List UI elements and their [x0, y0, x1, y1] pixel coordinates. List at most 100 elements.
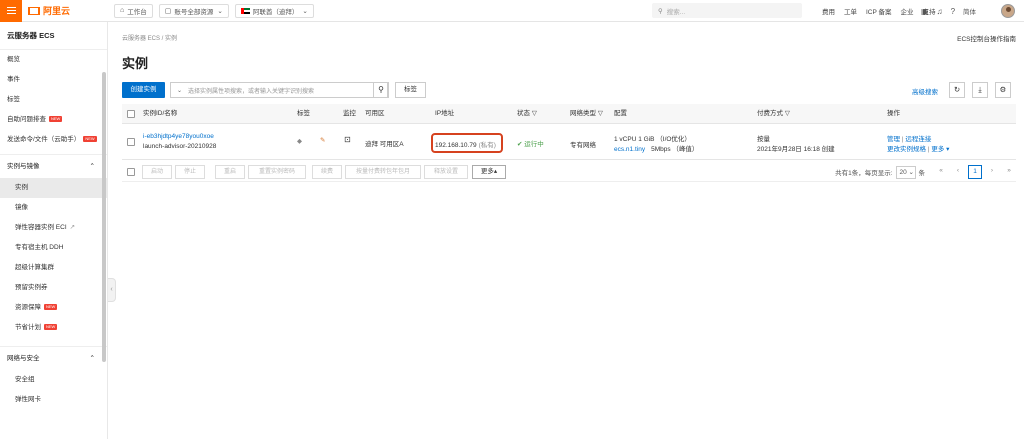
top-link-tickets[interactable]: 工单 [844, 6, 857, 16]
row-checkbox[interactable] [127, 138, 135, 146]
sidebar-item-eci[interactable]: 弹性容器实例 ECI ↗ [0, 218, 107, 238]
sidebar-item-supercomputing[interactable]: 超级计算集群 [0, 258, 107, 278]
instance-type-link[interactable]: ecs.n1.tiny [614, 146, 645, 153]
instance-table: 实例ID/名称 标签 监控 可用区 IP地址 状态 ▽ 网络类型 ▽ 配置 付费… [122, 104, 1016, 182]
col-pay-label: 付费方式 [757, 110, 783, 117]
sidebar-item-savings-plan[interactable]: 节省计划 NEW [0, 318, 107, 338]
breadcrumb[interactable]: 云服务器 ECS / 实例 [122, 33, 177, 42]
gear-icon: ⚙ [999, 85, 1007, 94]
export-button[interactable]: ⤓ [972, 82, 988, 98]
account-scope-dropdown[interactable]: ▢ 账号全部资源 ⌄ [158, 3, 229, 18]
advanced-search-link[interactable]: 高级搜索 [912, 86, 938, 96]
config-line2: ecs.n1.tiny 5Mbps （峰值） [614, 143, 698, 153]
last-page-button[interactable]: » [1002, 165, 1016, 179]
image-icon[interactable]: ▣ [921, 7, 929, 16]
new-badge: NEW [49, 116, 63, 123]
sidebar-item-instances[interactable]: 实例 [0, 178, 107, 198]
top-link-icp[interactable]: ICP 备案 [866, 6, 892, 16]
workbench-button[interactable]: ⌂ 工作台 [114, 3, 153, 18]
sidebar-item-label: 安全组 [15, 376, 35, 383]
help-icon[interactable]: ? [951, 7, 955, 16]
start-button[interactable]: 启动 [142, 165, 172, 179]
col-network[interactable]: 网络类型 ▽ [570, 104, 603, 124]
col-config: 配置 [614, 110, 627, 117]
create-instance-button[interactable]: 创建实例 [122, 82, 165, 98]
filter-placeholder: 选择实例属性项搜索，或者输入关键字识别搜索 [188, 88, 315, 95]
search-placeholder: 搜索... [666, 8, 686, 16]
logo-text: 阿里云 [43, 6, 71, 16]
release-settings-button[interactable]: 释放设置 [424, 165, 468, 179]
top-link-billing[interactable]: 费用 [822, 6, 835, 16]
filter-icon: ▽ [597, 110, 603, 117]
sidebar-item-tags[interactable]: 标签 [0, 90, 107, 110]
reset-password-button[interactable]: 重置实例密码 [248, 165, 306, 179]
ops-line1: 管理 | 远程连接 [887, 133, 931, 143]
change-spec-link[interactable]: 更改实例规格 [887, 146, 926, 153]
batch-more-button[interactable]: 更多▴ [472, 165, 506, 179]
aliyun-logo[interactable]: 阿里云 [28, 4, 76, 17]
sidebar-item-troubleshoot[interactable]: 自助问题排查 NEW [0, 110, 107, 130]
new-badge: NEW [44, 324, 58, 331]
prev-page-button[interactable]: ‹ [951, 165, 965, 179]
settings-button[interactable]: ⚙ [995, 82, 1011, 98]
tag-icon[interactable]: ◆ [297, 137, 302, 145]
top-link-enterprise[interactable]: 企业 [901, 6, 914, 16]
sidebar: 云服务器 ECS 概览 事件 标签 自助问题排查 NEW 发送命令/文件（云助手）… [0, 22, 108, 439]
refresh-button[interactable]: ↻ [949, 82, 965, 98]
bell-icon[interactable]: ♫ [937, 7, 943, 16]
select-all-checkbox[interactable] [127, 110, 135, 118]
batch-select-checkbox[interactable] [127, 168, 135, 176]
remote-connect-link[interactable]: 远程连接 [905, 136, 931, 143]
renew-button[interactable]: 续费 [312, 165, 342, 179]
sidebar-item-overview[interactable]: 概览 [0, 50, 107, 70]
hamburger-menu-button[interactable] [0, 0, 22, 22]
first-page-button[interactable]: « [934, 165, 948, 179]
language-switch[interactable]: 简体 [963, 6, 976, 16]
monitor-icon[interactable]: ⊡ [344, 135, 351, 144]
sidebar-item-label: 实例 [15, 184, 28, 191]
sidebar-group-instances-images[interactable]: 实例与镜像 ⌃ [0, 154, 107, 178]
sidebar-title: 云服务器 ECS [0, 22, 107, 50]
stop-button[interactable]: 停止 [175, 165, 205, 179]
col-pay[interactable]: 付费方式 ▽ [757, 104, 790, 124]
sidebar-item-label: 发送命令/文件（云助手） [7, 136, 81, 143]
sidebar-group-label: 实例与镜像 [7, 163, 40, 170]
sidebar-group-network-security[interactable]: 网络与安全 ⌃ [0, 346, 107, 370]
avatar[interactable] [1001, 4, 1015, 18]
page-size-select[interactable]: 20 ⌄ [895, 165, 916, 179]
new-badge: NEW [83, 136, 97, 143]
sidebar-item-security-groups[interactable]: 安全组 [0, 370, 107, 390]
more-ops-dropdown[interactable]: 更多 ▾ [931, 146, 949, 153]
global-search-input[interactable]: ⚲ 搜索... [652, 3, 802, 18]
col-monitor: 监控 [343, 110, 356, 117]
sidebar-item-ddh[interactable]: 专有宿主机 DDH [0, 238, 107, 258]
sidebar-item-reserved-instances[interactable]: 预留实例券 [0, 278, 107, 298]
console-guide-link[interactable]: ECS控制台操作指南 [957, 33, 1016, 43]
tag-filter-button[interactable]: 标签 [395, 82, 426, 98]
sidebar-item-cloud-assistant[interactable]: 发送命令/文件（云助手） NEW [0, 130, 107, 150]
page-number-button[interactable]: 1 [968, 165, 982, 179]
filter-icon: ▽ [531, 110, 537, 117]
next-page-button[interactable]: › [985, 165, 999, 179]
col-tag: 标签 [297, 110, 310, 117]
col-network-label: 网络类型 [570, 110, 596, 117]
instance-id-link[interactable]: i-eb3hjdtp4ye78you0xoe [143, 133, 214, 140]
manage-link[interactable]: 管理 [887, 136, 900, 143]
sidebar-item-eni[interactable]: 弹性网卡 [0, 390, 107, 410]
col-status[interactable]: 状态 ▽ [517, 104, 537, 124]
sidebar-item-resource-assurance[interactable]: 资源保障 NEW [0, 298, 107, 318]
edit-icon[interactable]: ✎ [320, 136, 325, 144]
sidebar-item-images[interactable]: 镜像 [0, 198, 107, 218]
filter-search-button[interactable]: ⚲ [373, 82, 389, 98]
status-text: 运行中 [524, 141, 544, 148]
filter-input[interactable]: ⌄ 选择实例属性项搜索，或者输入关键字识别搜索 [170, 82, 388, 98]
convert-billing-button[interactable]: 按量付费转包年包月 [345, 165, 421, 179]
sidebar-item-events[interactable]: 事件 [0, 70, 107, 90]
new-badge: NEW [44, 304, 58, 311]
main-content: 云服务器 ECS / 实例 ECS控制台操作指南 实例 创建实例 ⌄ 选择实例属… [122, 22, 1016, 439]
region-dropdown[interactable]: 阿联酋（迪拜） ⌄ [234, 3, 314, 18]
restart-button[interactable]: 重启 [215, 165, 245, 179]
sidebar-collapse-toggle[interactable]: ‹ [108, 278, 116, 302]
sidebar-scrollbar[interactable] [102, 72, 106, 362]
resource-icon: ▢ [164, 7, 172, 15]
